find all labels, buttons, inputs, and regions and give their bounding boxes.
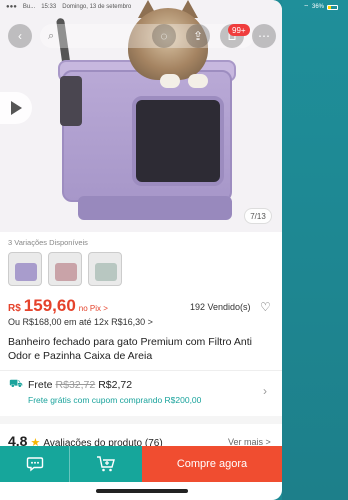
- product-image-part: [160, 74, 210, 88]
- shipping-note: Frete grátis com cupom comprando R$200,0…: [28, 395, 202, 405]
- signal-icon: ●●●: [6, 4, 17, 10]
- chat-icon: ◌: [160, 29, 168, 43]
- add-cart-icon: [97, 456, 115, 472]
- share-icon: ⇪: [192, 29, 204, 43]
- battery-percent: 36%: [311, 4, 324, 10]
- product-title: Banheiro fechado para gato Premium com F…: [8, 336, 252, 362]
- battery-icon: [327, 4, 338, 10]
- wifi-icon: ⌔: [303, 5, 309, 11]
- product-page: ‹ ⌕ ◌ ⇪ ⊔ 99+ ⋯ 7/13 3 Variações Disponí…: [0, 0, 282, 500]
- shipping-old-price: R$32,72: [55, 379, 96, 391]
- background-area: [282, 0, 348, 500]
- shipping-row[interactable]: Frete R$32,72 R$2,72: [28, 379, 132, 391]
- installments-link[interactable]: Ou R$168,00 em até 12x R$16,30 >: [8, 317, 153, 327]
- play-icon: [10, 101, 22, 115]
- product-image-part: [60, 76, 82, 126]
- section-gap: [0, 416, 282, 424]
- chat-seller-button[interactable]: [0, 446, 70, 482]
- search-icon: ⌕: [48, 29, 55, 42]
- variation-thumb[interactable]: [48, 252, 82, 286]
- share-button[interactable]: ⇪: [186, 24, 210, 48]
- divider: [0, 370, 282, 371]
- product-image-part: [132, 96, 224, 186]
- home-indicator: [96, 489, 188, 493]
- chat-bubble-icon: [26, 457, 43, 472]
- more-icon: ⋯: [258, 29, 270, 43]
- carrier-label: Bu...: [22, 4, 36, 10]
- add-to-cart-button[interactable]: [70, 446, 142, 482]
- time-label: 15:33: [41, 4, 57, 10]
- product-gallery[interactable]: ‹ ⌕ ◌ ⇪ ⊔ 99+ ⋯ 7/13: [0, 0, 282, 232]
- buy-now-button[interactable]: Compre agora: [142, 446, 282, 482]
- truck-icon: ⛟: [9, 378, 23, 390]
- image-counter: 7/13: [244, 208, 272, 224]
- chevron-right-icon[interactable]: ›: [263, 384, 267, 398]
- variation-thumb[interactable]: [8, 252, 42, 286]
- shipping-new-price: R$2,72: [98, 379, 133, 391]
- back-icon: ‹: [18, 29, 22, 43]
- video-play-button[interactable]: [0, 92, 32, 124]
- shipping-label: Frete: [28, 379, 53, 391]
- more-button[interactable]: ⋯: [252, 24, 276, 48]
- sold-count: 192 Vendido(s): [190, 302, 251, 312]
- variation-thumbnails: [8, 252, 122, 286]
- price: R$ 159,60 no Pix >: [8, 296, 108, 316]
- product-image-part: [78, 196, 232, 220]
- price-currency: R$: [8, 303, 21, 314]
- pix-link[interactable]: no Pix >: [79, 304, 108, 313]
- chat-button[interactable]: ◌: [152, 24, 176, 48]
- status-bar: ●●● Bu... 15:33 Domingo, 13 de setembro …: [0, 0, 348, 14]
- date-label: Domingo, 13 de setembro: [62, 4, 132, 10]
- variations-label: 3 Variações Disponíveis: [8, 238, 88, 247]
- back-button[interactable]: ‹: [8, 24, 32, 48]
- price-value: 159,60: [23, 296, 76, 315]
- variation-thumb[interactable]: [88, 252, 122, 286]
- heart-icon[interactable]: ♡: [260, 300, 271, 314]
- cart-badge: 99+: [228, 24, 250, 36]
- bottom-action-bar: Compre agora: [0, 446, 282, 482]
